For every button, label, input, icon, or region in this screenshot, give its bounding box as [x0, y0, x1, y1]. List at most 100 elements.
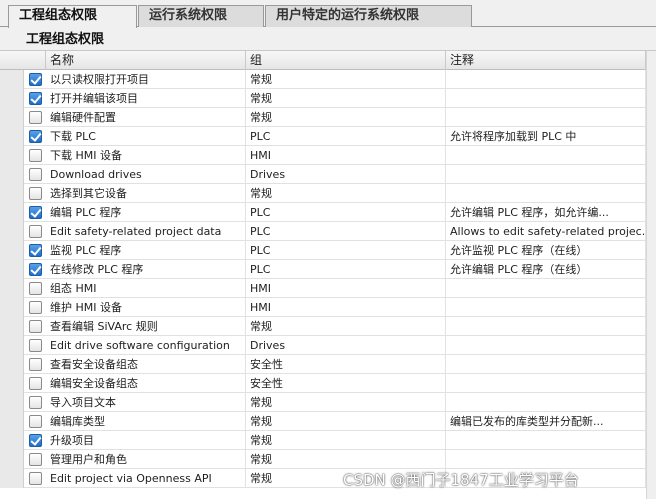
- row-header[interactable]: [0, 89, 24, 108]
- permission-note[interactable]: [446, 317, 646, 336]
- row-header[interactable]: [0, 241, 24, 260]
- permission-checkbox[interactable]: [29, 434, 42, 447]
- table-row[interactable]: Edit safety-related project data PLC Allow…: [0, 222, 656, 241]
- permission-checkbox[interactable]: [29, 73, 42, 86]
- row-header[interactable]: [0, 260, 24, 279]
- table-row[interactable]: 组态 HMI HMI: [0, 279, 656, 298]
- permission-note[interactable]: [446, 184, 646, 203]
- permission-group[interactable]: 常规: [246, 108, 446, 127]
- table-row[interactable]: 查看编辑 SiVArc 规则 常规: [0, 317, 656, 336]
- permission-checkbox[interactable]: [29, 111, 42, 124]
- permission-group[interactable]: 常规: [246, 412, 446, 431]
- permission-note[interactable]: 编辑已发布的库类型并分配新...: [446, 412, 646, 431]
- row-header[interactable]: [0, 469, 24, 488]
- permission-checkbox[interactable]: [29, 92, 42, 105]
- table-row[interactable]: 编辑 PLC 程序 PLC 允许编辑 PLC 程序，如允许编...: [0, 203, 656, 222]
- permission-note[interactable]: [446, 165, 646, 184]
- permission-name[interactable]: Download drives: [46, 165, 246, 184]
- table-row[interactable]: 在线修改 PLC 程序 PLC 允许编辑 PLC 程序（在线）: [0, 260, 656, 279]
- permission-note[interactable]: [446, 70, 646, 89]
- permission-group[interactable]: PLC: [246, 203, 446, 222]
- permission-note[interactable]: [446, 146, 646, 165]
- permission-name[interactable]: Edit drive software configuration: [46, 336, 246, 355]
- permission-name[interactable]: 查看安全设备组态: [46, 355, 246, 374]
- permission-name[interactable]: 导入项目文本: [46, 393, 246, 412]
- row-header[interactable]: [0, 317, 24, 336]
- permission-name[interactable]: 管理用户和角色: [46, 450, 246, 469]
- permission-checkbox[interactable]: [29, 130, 42, 143]
- permission-name[interactable]: 打开并编辑该项目: [46, 89, 246, 108]
- permission-checkbox[interactable]: [29, 187, 42, 200]
- permission-group[interactable]: 常规: [246, 89, 446, 108]
- permission-group[interactable]: PLC: [246, 241, 446, 260]
- permission-group[interactable]: Drives: [246, 165, 446, 184]
- row-header[interactable]: [0, 146, 24, 165]
- permission-checkbox[interactable]: [29, 263, 42, 276]
- header-name[interactable]: 名称: [46, 51, 246, 70]
- permission-group[interactable]: PLC: [246, 127, 446, 146]
- row-header[interactable]: [0, 222, 24, 241]
- header-group[interactable]: 组: [246, 51, 446, 70]
- row-header[interactable]: [0, 355, 24, 374]
- permission-note[interactable]: [446, 431, 646, 450]
- table-row[interactable]: 编辑硬件配置 常规: [0, 108, 656, 127]
- permission-checkbox[interactable]: [29, 206, 42, 219]
- row-header[interactable]: [0, 70, 24, 89]
- permission-name[interactable]: 编辑硬件配置: [46, 108, 246, 127]
- table-row[interactable]: 升级项目 常规: [0, 431, 656, 450]
- permission-name[interactable]: 以只读权限打开项目: [46, 70, 246, 89]
- permission-name[interactable]: 监视 PLC 程序: [46, 241, 246, 260]
- table-row[interactable]: Edit drive software configuration Drives: [0, 336, 656, 355]
- permission-group[interactable]: 常规: [246, 431, 446, 450]
- permission-name[interactable]: 升级项目: [46, 431, 246, 450]
- tab-user-runtime-rights[interactable]: 用户特定的运行系统权限: [265, 5, 472, 27]
- row-header[interactable]: [0, 279, 24, 298]
- permission-checkbox[interactable]: [29, 282, 42, 295]
- permission-note[interactable]: [446, 355, 646, 374]
- table-row[interactable]: 编辑库类型 常规 编辑已发布的库类型并分配新...: [0, 412, 656, 431]
- permission-checkbox[interactable]: [29, 168, 42, 181]
- permission-note[interactable]: [446, 336, 646, 355]
- permission-name[interactable]: 编辑 PLC 程序: [46, 203, 246, 222]
- permission-name[interactable]: Edit safety-related project data: [46, 222, 246, 241]
- row-header[interactable]: [0, 184, 24, 203]
- permission-note[interactable]: Allows to edit safety-related projec...: [446, 222, 646, 241]
- permission-name[interactable]: 查看编辑 SiVArc 规则: [46, 317, 246, 336]
- permission-note[interactable]: 允许监视 PLC 程序（在线）: [446, 241, 646, 260]
- row-header[interactable]: [0, 450, 24, 469]
- permission-group[interactable]: PLC: [246, 260, 446, 279]
- permission-note[interactable]: [446, 393, 646, 412]
- header-note[interactable]: 注释: [446, 51, 646, 70]
- permission-name[interactable]: 编辑安全设备组态: [46, 374, 246, 393]
- permission-note[interactable]: 允许编辑 PLC 程序（在线）: [446, 260, 646, 279]
- permission-note[interactable]: [446, 108, 646, 127]
- permission-note[interactable]: [446, 374, 646, 393]
- permission-name[interactable]: 维护 HMI 设备: [46, 298, 246, 317]
- row-header[interactable]: [0, 108, 24, 127]
- permission-group[interactable]: HMI: [246, 146, 446, 165]
- permission-note[interactable]: 允许将程序加载到 PLC 中: [446, 127, 646, 146]
- permission-checkbox[interactable]: [29, 225, 42, 238]
- permission-group[interactable]: HMI: [246, 279, 446, 298]
- row-header[interactable]: [0, 165, 24, 184]
- permission-note[interactable]: [446, 450, 646, 469]
- table-row[interactable]: Download drives Drives: [0, 165, 656, 184]
- table-row[interactable]: 编辑安全设备组态 安全性: [0, 374, 656, 393]
- table-row[interactable]: 以只读权限打开项目 常规: [0, 70, 656, 89]
- permission-note[interactable]: [446, 279, 646, 298]
- permission-name[interactable]: 在线修改 PLC 程序: [46, 260, 246, 279]
- permission-checkbox[interactable]: [29, 244, 42, 257]
- permission-note[interactable]: 允许编辑 PLC 程序，如允许编...: [446, 203, 646, 222]
- row-header[interactable]: [0, 298, 24, 317]
- row-header[interactable]: [0, 431, 24, 450]
- permission-name[interactable]: 组态 HMI: [46, 279, 246, 298]
- permission-checkbox[interactable]: [29, 453, 42, 466]
- permission-checkbox[interactable]: [29, 396, 42, 409]
- table-row[interactable]: 维护 HMI 设备 HMI: [0, 298, 656, 317]
- permission-checkbox[interactable]: [29, 472, 42, 485]
- permission-group[interactable]: 安全性: [246, 374, 446, 393]
- permission-name[interactable]: 下载 HMI 设备: [46, 146, 246, 165]
- permission-checkbox[interactable]: [29, 301, 42, 314]
- permission-group[interactable]: 安全性: [246, 355, 446, 374]
- table-row[interactable]: 选择到其它设备 常规: [0, 184, 656, 203]
